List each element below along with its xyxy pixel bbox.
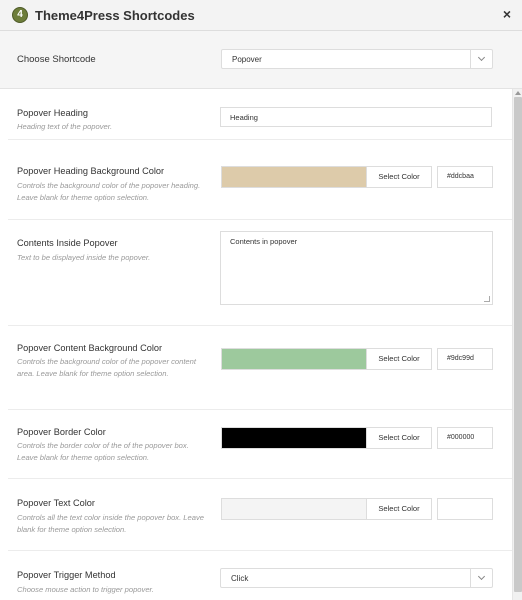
logo-glyph: 4 — [17, 9, 23, 20]
heading-input[interactable]: Heading — [220, 107, 492, 127]
shortcode-select[interactable]: Popover — [221, 49, 493, 69]
field-description: Text to be displayed inside the popover. — [17, 253, 151, 262]
field-description: Controls the background color of the pop… — [17, 357, 196, 378]
field-label: Contents Inside Popover — [17, 238, 118, 248]
trigger-method-select[interactable]: Click — [220, 568, 493, 588]
trigger-method-value: Click — [231, 574, 249, 583]
field-description: Controls the background color of the pop… — [17, 181, 201, 202]
field-row-content-bg-color: Popover Content Background Color Control… — [8, 326, 512, 410]
options-panel: Popover Heading Heading text of the popo… — [0, 89, 512, 600]
field-row-heading: Popover Heading Heading text of the popo… — [8, 89, 512, 140]
shortcode-select-value: Popover — [232, 55, 262, 64]
field-description: Choose mouse action to trigger popover. — [17, 585, 154, 594]
content-bg-color-swatch[interactable] — [221, 348, 367, 370]
content-bg-hex-input[interactable]: #9dc99d — [437, 348, 493, 370]
text-hex-input[interactable] — [437, 498, 493, 520]
heading-bg-hex-input[interactable]: #ddcbaa — [437, 166, 493, 188]
field-row-heading-bg-color: Popover Heading Background Color Control… — [8, 140, 512, 220]
text-select-color-button[interactable]: Select Color — [366, 498, 432, 520]
title-bar: 4 Theme4Press Shortcodes × — [0, 0, 522, 31]
choose-shortcode-label: Choose Shortcode — [17, 54, 96, 65]
resize-grip-icon[interactable] — [484, 296, 490, 302]
heading-bg-color-swatch[interactable] — [221, 166, 367, 188]
field-label: Popover Heading — [17, 108, 88, 118]
scroll-thumb[interactable] — [514, 97, 522, 592]
contents-textarea[interactable]: Contents in popover — [220, 231, 493, 305]
choose-shortcode-bar: Choose Shortcode Popover — [0, 31, 522, 89]
field-label: Popover Trigger Method — [17, 570, 116, 580]
field-label: Popover Heading Background Color — [17, 166, 165, 176]
select-arrow — [470, 569, 492, 587]
close-icon[interactable]: × — [500, 7, 514, 21]
scrollbar[interactable] — [512, 89, 522, 600]
field-row-trigger-method: Popover Trigger Method Choose mouse acti… — [8, 551, 512, 600]
field-row-contents: Contents Inside Popover Text to be displ… — [8, 220, 512, 326]
field-label: Popover Content Background Color — [17, 343, 163, 353]
field-description: Heading text of the popover. — [17, 122, 113, 131]
window-title: Theme4Press Shortcodes — [35, 8, 195, 23]
text-color-swatch[interactable] — [221, 498, 367, 520]
theme4press-logo-icon: 4 — [12, 7, 28, 23]
contents-textarea-value: Contents in popover — [230, 237, 298, 246]
chevron-down-icon — [477, 572, 486, 581]
heading-bg-select-color-button[interactable]: Select Color — [366, 166, 432, 188]
field-label: Popover Text Color — [17, 498, 95, 508]
chevron-down-icon — [477, 53, 486, 62]
field-description: Controls the border color of the of the … — [17, 441, 189, 462]
field-label: Popover Border Color — [17, 427, 106, 437]
content-bg-select-color-button[interactable]: Select Color — [366, 348, 432, 370]
field-row-text-color: Popover Text Color Controls all the text… — [8, 479, 512, 551]
heading-input-value: Heading — [230, 113, 258, 122]
field-description: Controls all the text color inside the p… — [17, 513, 204, 534]
scroll-up-icon[interactable] — [515, 91, 521, 95]
border-select-color-button[interactable]: Select Color — [366, 427, 432, 449]
border-hex-input[interactable]: #000000 — [437, 427, 493, 449]
border-color-swatch[interactable] — [221, 427, 367, 449]
select-arrow — [470, 50, 492, 68]
field-row-border-color: Popover Border Color Controls the border… — [8, 410, 512, 479]
